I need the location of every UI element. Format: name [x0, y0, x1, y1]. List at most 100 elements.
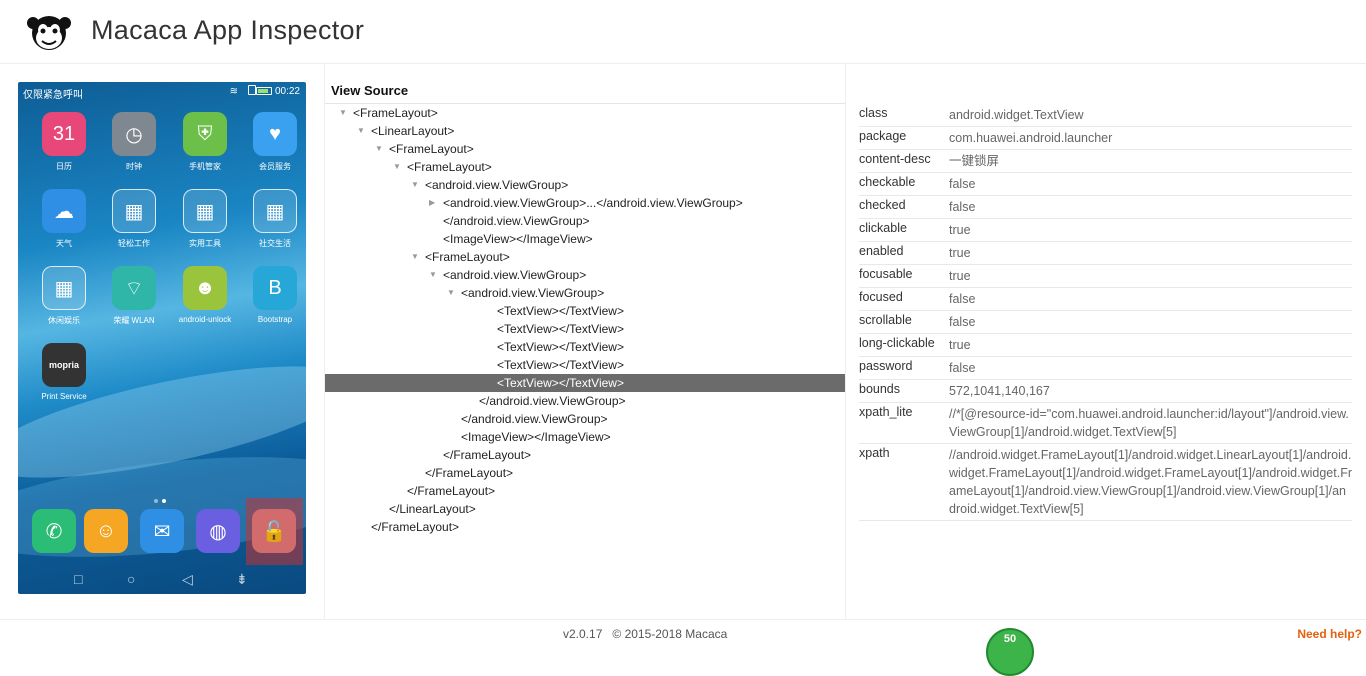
property-value: com.huawei.android.launcher: [949, 131, 1113, 145]
property-value: false: [949, 200, 976, 214]
tree-node[interactable]: </android.view.ViewGroup>: [325, 410, 845, 428]
tree-node[interactable]: ▼ <android.view.ViewGroup>: [325, 284, 845, 302]
app-cloud[interactable]: ☁ 天气: [32, 189, 96, 249]
property-key: checked: [859, 198, 906, 212]
collapse-toggle-icon[interactable]: ▼: [429, 266, 437, 284]
app-label: 会员服务: [259, 162, 291, 171]
shield-icon: ⛨: [183, 112, 227, 156]
sim-icon: [248, 85, 256, 95]
wifi-icon: ⌔: [112, 266, 156, 310]
tree-node-label: <ImageView></ImageView>: [443, 232, 593, 246]
property-value: android.widget.TextView: [949, 108, 1084, 122]
score-badge[interactable]: 50: [986, 628, 1034, 676]
page-indicator: [152, 490, 168, 508]
collapse-toggle-icon[interactable]: ▼: [339, 104, 347, 122]
app-folder[interactable]: ▦ 休闲娱乐: [32, 266, 96, 326]
tree-node[interactable]: <TextView></TextView>: [325, 338, 845, 356]
app-label: 日历: [56, 162, 72, 171]
tree-node[interactable]: ▼ <FrameLayout>: [325, 248, 845, 266]
tree-node[interactable]: </FrameLayout>: [325, 482, 845, 500]
tree-node[interactable]: </FrameLayout>: [325, 464, 845, 482]
collapse-toggle-icon[interactable]: ▼: [447, 284, 455, 302]
unlock-icon[interactable]: 🔓: [252, 509, 296, 553]
android-navbar: □ ○ ◁ ⇟: [18, 568, 306, 594]
expand-toggle-icon[interactable]: ▶: [429, 194, 435, 212]
app-android[interactable]: ☻ android-unlock: [173, 266, 237, 324]
tree-node-label: <android.view.ViewGroup>: [461, 286, 605, 300]
property-key: class: [859, 106, 888, 120]
tree-node[interactable]: ▶ <android.view.ViewGroup>...</android.vi…: [325, 194, 845, 212]
app-label: Print Service: [41, 392, 87, 401]
app-title: Macaca App Inspector: [91, 15, 365, 45]
tree-node[interactable]: ▼ <android.view.ViewGroup>: [325, 266, 845, 284]
tree-node-label: <android.view.ViewGroup>: [425, 178, 569, 192]
tree-node[interactable]: <ImageView></ImageView>: [325, 428, 845, 446]
app-clock[interactable]: ◷ 时钟: [102, 112, 166, 172]
tree-node[interactable]: </LinearLayout>: [325, 500, 845, 518]
app-bootstrap[interactable]: B Bootstrap: [243, 266, 306, 324]
property-key: long-clickable: [859, 336, 935, 350]
tree-node-label: <TextView></TextView>: [497, 340, 624, 354]
tree-node[interactable]: </FrameLayout>: [325, 518, 845, 536]
app-heart[interactable]: ♥ 会员服务: [243, 112, 306, 172]
tree-node[interactable]: ▼ <FrameLayout>: [325, 140, 845, 158]
tree-node[interactable]: <TextView></TextView>: [325, 302, 845, 320]
app-shield[interactable]: ⛨ 手机管家: [173, 112, 237, 172]
need-help-link[interactable]: Need help?: [1297, 627, 1362, 641]
folder-icon: ▦: [42, 266, 86, 310]
app-label: 实用工具: [189, 239, 221, 248]
tree-node-label: <FrameLayout>: [389, 142, 474, 156]
collapse-toggle-icon[interactable]: ▼: [375, 140, 383, 158]
property-key: clickable: [859, 221, 907, 235]
tree-node[interactable]: ▼ <FrameLayout>: [325, 104, 845, 122]
tree-node[interactable]: ▼ <android.view.ViewGroup>: [325, 176, 845, 194]
tree-node[interactable]: <ImageView></ImageView>: [325, 230, 845, 248]
tree-node[interactable]: <TextView></TextView>: [325, 320, 845, 338]
message-icon[interactable]: ✉: [140, 509, 184, 553]
app-folder[interactable]: ▦ 社交生活: [243, 189, 306, 249]
tree-node-selected[interactable]: <TextView></TextView>: [325, 374, 845, 392]
tree-node[interactable]: </android.view.ViewGroup>: [325, 212, 845, 230]
battery-icon: [256, 87, 272, 95]
contacts-icon[interactable]: ☺: [84, 509, 128, 553]
view-source-title: View Source: [331, 83, 409, 98]
tree-node-label: </FrameLayout>: [443, 448, 532, 462]
property-row: checkable false: [859, 173, 1352, 196]
footer: v2.0.17 © 2015-2018 Macaca 50 Need help?: [0, 619, 1366, 676]
property-key: xpath_lite: [859, 405, 913, 419]
app-folder[interactable]: ▦ 实用工具: [173, 189, 237, 249]
app-folder[interactable]: ▦ 轻松工作: [102, 189, 166, 249]
app-label: 天气: [56, 239, 72, 248]
property-value: false: [949, 361, 976, 375]
tree-node[interactable]: </FrameLayout>: [325, 446, 845, 464]
app-wifi[interactable]: ⌔ 荣耀 WLAN: [102, 266, 166, 326]
collapse-toggle-icon[interactable]: ▼: [411, 248, 419, 266]
tree-node[interactable]: ▼ <FrameLayout>: [325, 158, 845, 176]
tree-node[interactable]: ▼ <LinearLayout>: [325, 122, 845, 140]
status-time: 00:22: [274, 86, 300, 97]
tree-node-label: <android.view.ViewGroup>...</android.vie…: [443, 196, 743, 210]
device-screenshot[interactable]: 仅限紧急呼叫 ≋ 00:22 31 日历 ◷ 时钟 ⛨ 手机管家 ♥ 会员服务 ☁ 天气 ▦ 轻松工作…: [18, 82, 306, 594]
recents-icon[interactable]: □: [74, 571, 82, 587]
status-carrier-text: 仅限紧急呼叫: [23, 90, 83, 101]
collapse-toggle-icon[interactable]: ▼: [411, 176, 419, 194]
tree-node[interactable]: <TextView></TextView>: [325, 356, 845, 374]
property-value: false: [949, 315, 976, 329]
property-value: //android.widget.FrameLayout[1]/android.…: [949, 448, 1352, 516]
home-icon[interactable]: ○: [127, 571, 135, 587]
tree-node-label: <TextView></TextView>: [497, 322, 624, 336]
tree-node-label: <FrameLayout>: [425, 250, 510, 264]
back-icon[interactable]: ◁: [182, 571, 193, 588]
phone-icon[interactable]: ✆: [32, 509, 76, 553]
property-key: package: [859, 129, 907, 143]
tree-node-label: </android.view.ViewGroup>: [461, 412, 608, 426]
property-row: clickable true: [859, 219, 1352, 242]
tree-node[interactable]: </android.view.ViewGroup>: [325, 392, 845, 410]
app-calendar[interactable]: 31 日历: [32, 112, 96, 172]
app-mopria[interactable]: mopria Print Service: [32, 343, 96, 401]
browser-icon[interactable]: ◍: [196, 509, 240, 553]
collapse-toggle-icon[interactable]: ▼: [357, 122, 365, 140]
tree-node-label: <LinearLayout>: [371, 124, 455, 138]
collapse-toggle-icon[interactable]: ▼: [393, 158, 401, 176]
notification-icon[interactable]: ⇟: [236, 571, 248, 588]
